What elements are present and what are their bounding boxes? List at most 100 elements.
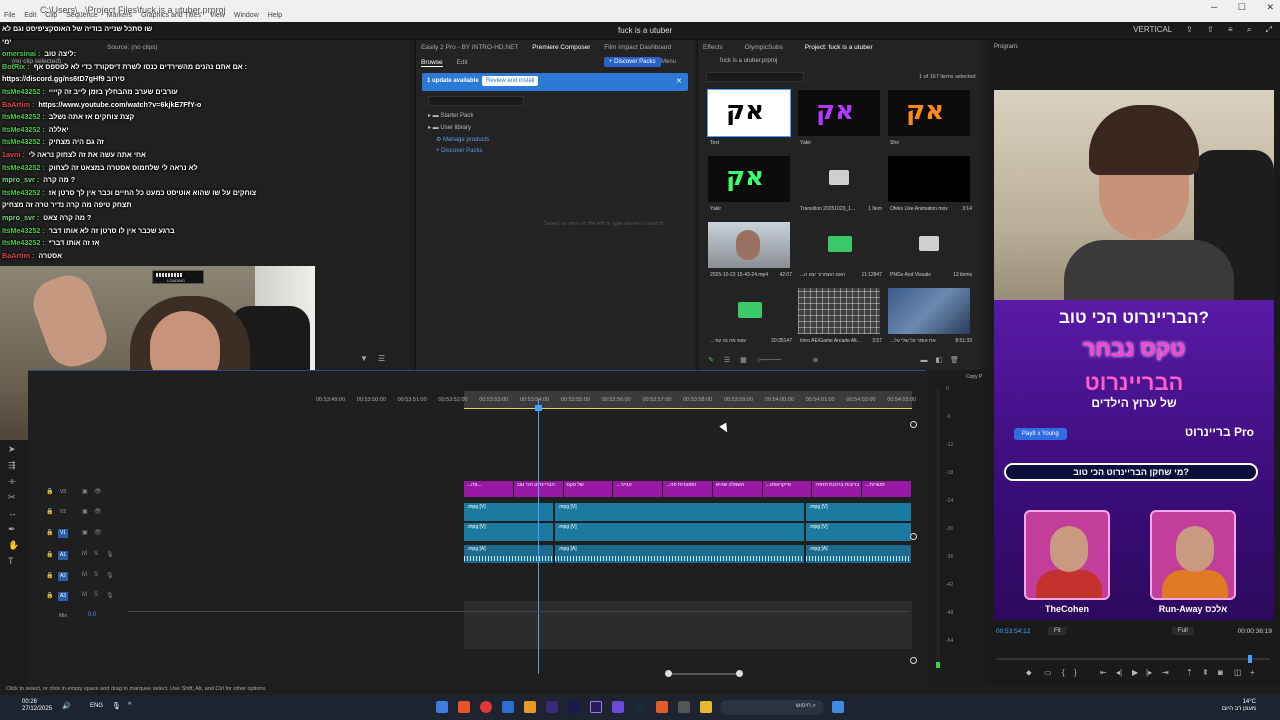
- v-scroll-top[interactable]: [910, 421, 917, 428]
- menu-dropdown[interactable]: Menu: [661, 59, 676, 65]
- tray-chevron-icon[interactable]: ^: [128, 702, 131, 709]
- extract-icon[interactable]: ⇞: [1202, 668, 1209, 677]
- tab-effects[interactable]: Effects: [703, 44, 723, 51]
- trash-icon[interactable]: 🗑: [950, 357, 959, 364]
- step-forward-icon[interactable]: |▸: [1146, 668, 1152, 677]
- app-icon-1[interactable]: [436, 701, 448, 713]
- audio-clip[interactable]: .mpg [A]: [555, 545, 804, 563]
- eye-icon[interactable]: 👁: [94, 488, 102, 495]
- fullscreen-icon[interactable]: ⤢: [1266, 25, 1272, 34]
- mute-icon[interactable]: M: [82, 551, 87, 557]
- quality-select[interactable]: Full: [1172, 627, 1194, 635]
- menu-sequence[interactable]: Sequence: [66, 12, 98, 19]
- ext-search-input[interactable]: [428, 96, 524, 106]
- lift-icon[interactable]: ⇡: [1186, 668, 1193, 677]
- track-target[interactable]: A3: [58, 592, 68, 601]
- project-search-input[interactable]: [706, 72, 804, 82]
- icon-view-icon[interactable]: ▦: [740, 357, 747, 364]
- scroll-handle-right[interactable]: [736, 670, 743, 677]
- mic-icon[interactable]: 🎙: [106, 572, 114, 579]
- go-to-in-icon[interactable]: ⇤: [1100, 668, 1107, 677]
- new-item-icon[interactable]: ◧: [935, 357, 942, 364]
- track-header-mix[interactable]: Mix 0.0: [28, 607, 128, 625]
- lock-icon[interactable]: 🔒: [46, 529, 53, 536]
- safe-margins-icon[interactable]: ▭: [1044, 668, 1052, 677]
- mic-icon[interactable]: 🎙: [106, 551, 114, 558]
- sync-icon[interactable]: ▣: [82, 508, 88, 515]
- solo-icon[interactable]: S: [94, 572, 98, 578]
- steam-icon[interactable]: [634, 701, 646, 713]
- track-select-icon[interactable]: ⇶: [8, 460, 16, 471]
- lock-icon[interactable]: 🔒: [46, 572, 53, 579]
- sync-icon[interactable]: ▣: [82, 488, 88, 495]
- title-clip[interactable]: ...הגייני: [613, 481, 663, 497]
- title-clip[interactable]: ...סטורות: [862, 481, 911, 497]
- menu-view[interactable]: View: [210, 12, 225, 19]
- lock-icon[interactable]: 🔒: [46, 592, 53, 599]
- time-ruler[interactable]: 00:53:49:00 00:53:50:00 00:53:51:00 00:53:5…: [316, 397, 916, 409]
- lock-icon[interactable]: 🔒: [46, 488, 53, 495]
- track-header-a1[interactable]: A1 🔒 M S 🎙: [28, 546, 128, 564]
- video-clip[interactable]: .mpg [V]: [806, 523, 911, 541]
- track-header-v1[interactable]: V1 🔒 ▣ 👁: [28, 524, 128, 542]
- settings-icon[interactable]: ≡: [1228, 25, 1233, 34]
- lock-icon[interactable]: 🔒: [46, 508, 53, 515]
- list-icon[interactable]: ☰: [378, 354, 385, 363]
- tree-discover-packs[interactable]: + Discover Packs: [436, 148, 483, 154]
- title-clip[interactable]: ...הסטורות פה: [663, 481, 712, 497]
- premiere-icon[interactable]: [590, 701, 602, 713]
- go-to-out-icon[interactable]: ⇥: [1162, 668, 1169, 677]
- v-scroll-mid[interactable]: [910, 533, 917, 540]
- ps-icon[interactable]: [546, 701, 558, 713]
- program-playhead[interactable]: [1248, 655, 1252, 663]
- program-timecode[interactable]: 00:53:54:12: [996, 628, 1030, 635]
- sort-icon[interactable]: ≣: [813, 357, 819, 364]
- tree-starter-pack[interactable]: ▸ ▬ Starter Pack: [428, 112, 473, 119]
- playhead[interactable]: [538, 399, 539, 674]
- close-icon[interactable]: ✕: [1266, 2, 1274, 12]
- app-icon-4[interactable]: [502, 701, 514, 713]
- menu-graphics[interactable]: Graphics and Titles: [141, 12, 201, 19]
- solo-icon[interactable]: S: [94, 592, 98, 598]
- ae-icon[interactable]: [568, 701, 580, 713]
- video-clip[interactable]: .mpg [V]: [464, 503, 553, 521]
- tab-film-impact[interactable]: Film Impact Dashboard: [604, 44, 671, 51]
- title-clip[interactable]: של טקס: [563, 481, 613, 497]
- title-clip[interactable]: השאלה שהיא: [712, 481, 762, 497]
- menu-window[interactable]: Window: [234, 12, 259, 19]
- weather-widget[interactable]: 14°C מעונן רב היום: [1222, 699, 1256, 713]
- eye-icon[interactable]: 👁: [94, 529, 102, 536]
- tab-easily[interactable]: Easily 2 Pro - BY INTRO-HD.NET: [421, 44, 518, 51]
- audio-clip[interactable]: .mpg [A]: [806, 545, 911, 563]
- taskbar-search[interactable]: חיפוש ⌕: [720, 700, 824, 715]
- comparison-icon[interactable]: ◫: [1234, 668, 1242, 677]
- marker-icon[interactable]: ⬥: [1026, 668, 1032, 678]
- track-header-a3[interactable]: A3 🔒 M S 🎙: [28, 587, 128, 605]
- razor-tool-icon[interactable]: ✂: [8, 492, 16, 503]
- menu-file[interactable]: File: [4, 12, 15, 19]
- language-indicator[interactable]: ENG: [90, 703, 103, 709]
- tab-project[interactable]: Project: fuck is a utuber: [805, 44, 873, 51]
- pen-tool-icon[interactable]: ✒: [8, 524, 16, 535]
- workspace-label[interactable]: VERTICAL: [1133, 25, 1172, 34]
- tab-edit[interactable]: Edit: [457, 59, 468, 66]
- app-icon-5[interactable]: [524, 701, 536, 713]
- v-scroll-bottom[interactable]: [910, 657, 917, 664]
- track-target[interactable]: V2: [58, 508, 68, 517]
- new-bin-icon[interactable]: ▬: [921, 357, 928, 364]
- mute-icon[interactable]: M: [82, 592, 87, 598]
- eye-icon[interactable]: 👁: [94, 508, 102, 515]
- hand-tool-icon[interactable]: ✋: [8, 540, 19, 551]
- brave-icon[interactable]: [656, 701, 668, 713]
- track-target[interactable]: Mix: [58, 612, 68, 621]
- video-clip[interactable]: .mpg [V]: [555, 523, 804, 541]
- minimize-icon[interactable]: ─: [1211, 2, 1217, 12]
- video-clip[interactable]: .mpg [V]: [555, 503, 804, 521]
- lock-icon[interactable]: 🔒: [46, 551, 53, 558]
- video-clip[interactable]: .mpg [V]: [464, 523, 553, 541]
- menu-markers[interactable]: Markers: [107, 12, 132, 19]
- in-point-icon[interactable]: {: [1062, 668, 1065, 677]
- windows-start-icon[interactable]: [832, 701, 844, 713]
- speaker-icon[interactable]: 🔊: [62, 702, 71, 710]
- track-target[interactable]: V3: [58, 488, 68, 497]
